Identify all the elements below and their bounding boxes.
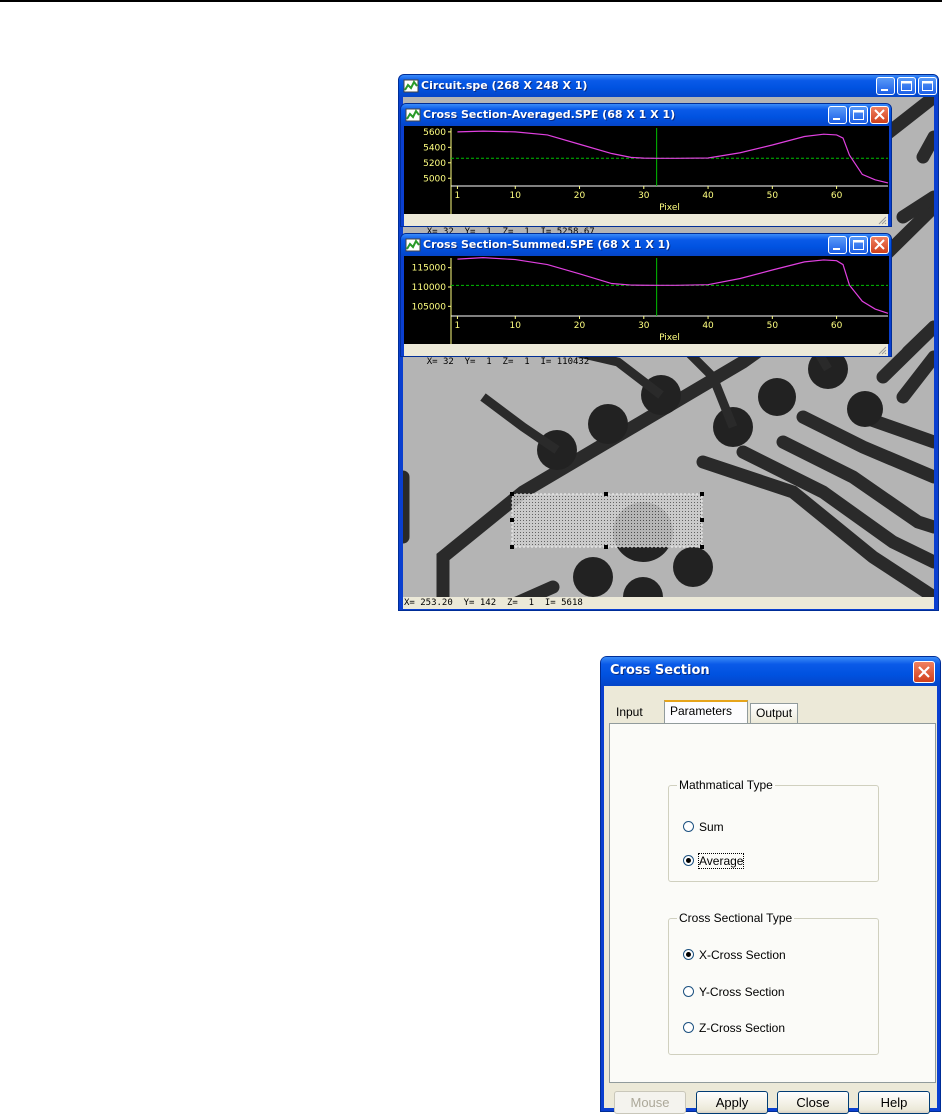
series-line bbox=[457, 130, 889, 184]
minimize-button[interactable] bbox=[828, 106, 847, 124]
y-tick-label: 115000 bbox=[412, 264, 447, 274]
resize-grip-icon[interactable] bbox=[878, 216, 887, 225]
minimize-button[interactable] bbox=[828, 236, 847, 254]
window-title: Cross Section-Averaged.SPE (68 X 1 X 1) bbox=[423, 108, 676, 121]
tab-input[interactable]: Input bbox=[611, 703, 648, 723]
app-chart-icon bbox=[405, 108, 421, 122]
y-tick-label: 105000 bbox=[412, 302, 447, 312]
page-top-rule bbox=[0, 0, 942, 2]
summed-line-chart: 115000 110000 105000 1 10 20 30 40 50 60 Pixel bbox=[412, 257, 889, 344]
maximize-button[interactable] bbox=[897, 77, 916, 95]
maximize-icon bbox=[901, 81, 912, 91]
parameters-panel: Mathmatical Type Sum Average Cross Secti… bbox=[609, 723, 936, 1083]
x-tick-label: 50 bbox=[767, 321, 779, 331]
summed-plot-window[interactable]: Cross Section-Summed.SPE (68 X 1 X 1) 11… bbox=[400, 233, 892, 367]
group-legend: Cross Sectional Type bbox=[677, 911, 795, 925]
radio-button[interactable] bbox=[683, 821, 694, 832]
radio-label[interactable]: Sum bbox=[699, 820, 724, 834]
title-bar[interactable]: Circuit.spe (268 X 248 X 1) bbox=[399, 75, 938, 97]
tab-output[interactable]: Output bbox=[750, 703, 799, 723]
radio-label[interactable]: X-Cross Section bbox=[699, 948, 786, 962]
dialog-title: Cross Section bbox=[610, 663, 710, 678]
y-tick-label: 5600 bbox=[423, 128, 446, 138]
cross-sectional-type-group: Cross Sectional Type X-Cross Section Y-C… bbox=[668, 911, 879, 1055]
x-axis-label: Pixel bbox=[659, 203, 680, 213]
y-tick-label: 5200 bbox=[423, 159, 446, 169]
minimize-button[interactable] bbox=[876, 77, 895, 95]
radio-label[interactable]: Z-Cross Section bbox=[699, 1021, 785, 1035]
dialog-close-button[interactable] bbox=[913, 661, 935, 683]
radio-button[interactable] bbox=[683, 1022, 694, 1033]
mathematical-type-group: Mathmatical Type Sum Average bbox=[668, 778, 879, 882]
mouse-button[interactable]: Mouse bbox=[614, 1091, 686, 1114]
group-legend: Mathmatical Type bbox=[677, 778, 775, 792]
maximize-button[interactable] bbox=[849, 236, 868, 254]
app-chart-icon bbox=[403, 79, 419, 93]
radio-button-selected[interactable] bbox=[683, 855, 694, 866]
x-tick-label: 50 bbox=[767, 191, 779, 201]
maximize-icon bbox=[853, 240, 864, 250]
x-tick-label: 1 bbox=[455, 321, 461, 331]
summed-status-text: X= 32 Y= 1 Z= 1 I= 110432 bbox=[426, 357, 590, 367]
x-tick-label: 40 bbox=[702, 191, 714, 201]
summed-status-bar: X= 32 Y= 1 Z= 1 I= 110432 bbox=[404, 344, 888, 367]
main-status-bar: X= 253.20 Y= 142 Z= 1 I= 5618 bbox=[403, 597, 934, 609]
window-title: Cross Section-Summed.SPE (68 X 1 X 1) bbox=[423, 238, 671, 251]
close-button[interactable] bbox=[870, 236, 889, 254]
minimize-icon bbox=[833, 118, 840, 120]
maximize-icon bbox=[922, 81, 933, 91]
apply-button[interactable]: Apply bbox=[696, 1091, 768, 1114]
maximize-button[interactable] bbox=[849, 106, 868, 124]
maximize-icon bbox=[853, 110, 864, 120]
x-axis-label: Pixel bbox=[659, 333, 680, 343]
minimize-icon bbox=[881, 89, 888, 91]
close-button[interactable] bbox=[870, 106, 889, 124]
close-icon bbox=[874, 109, 885, 120]
summed-plot-area[interactable]: 115000 110000 105000 1 10 20 30 40 50 60 Pixel bbox=[404, 256, 889, 344]
x-tick-label: 30 bbox=[638, 191, 650, 201]
cross-section-dialog[interactable]: Cross Section Input Parameters Output Ma… bbox=[600, 656, 941, 1114]
radio-label[interactable]: Average bbox=[697, 853, 745, 869]
averaged-line-chart: 5600 5400 5200 5000 1 10 20 30 40 50 60 Pixel bbox=[423, 128, 889, 214]
resize-grip-icon[interactable] bbox=[878, 346, 887, 355]
x-tick-label: 60 bbox=[831, 191, 843, 201]
maximize-button-2[interactable] bbox=[918, 77, 937, 95]
dialog-body: Input Parameters Output Mathmatical Type… bbox=[604, 686, 937, 1114]
title-bar[interactable]: Cross Section-Summed.SPE (68 X 1 X 1) bbox=[401, 234, 891, 256]
x-tick-label: 20 bbox=[574, 191, 586, 201]
radio-label[interactable]: Y-Cross Section bbox=[699, 985, 785, 999]
y-tick-label: 5400 bbox=[423, 143, 446, 153]
tab-parameters[interactable]: Parameters bbox=[664, 700, 748, 724]
y-tick-label: 5000 bbox=[423, 174, 446, 184]
help-button[interactable]: Help bbox=[858, 1091, 930, 1114]
averaged-status-bar: X= 32 Y= 1 Z= 1 I= 5258.67 bbox=[404, 214, 888, 237]
x-tick-label: 40 bbox=[702, 321, 714, 331]
x-tick-label: 10 bbox=[510, 191, 522, 201]
x-tick-label: 60 bbox=[831, 321, 843, 331]
y-tick-label: 110000 bbox=[412, 283, 447, 293]
minimize-icon bbox=[833, 248, 840, 250]
close-icon bbox=[918, 666, 930, 678]
close-icon bbox=[874, 239, 885, 250]
x-tick-label: 20 bbox=[574, 321, 586, 331]
close-button[interactable]: Close bbox=[777, 1091, 849, 1114]
app-chart-icon bbox=[405, 238, 421, 252]
roi-selection-rectangle bbox=[511, 493, 703, 548]
dialog-title-bar[interactable]: Cross Section bbox=[601, 657, 940, 686]
averaged-plot-window[interactable]: Cross Section-Averaged.SPE (68 X 1 X 1) … bbox=[400, 103, 892, 237]
averaged-plot-area[interactable]: 5600 5400 5200 5000 1 10 20 30 40 50 60 Pixel bbox=[404, 126, 889, 214]
radio-button-selected[interactable] bbox=[683, 949, 694, 960]
x-tick-label: 1 bbox=[455, 191, 461, 201]
window-title: Circuit.spe (268 X 248 X 1) bbox=[421, 79, 588, 92]
x-tick-label: 10 bbox=[510, 321, 522, 331]
radio-button[interactable] bbox=[683, 986, 694, 997]
title-bar[interactable]: Cross Section-Averaged.SPE (68 X 1 X 1) bbox=[401, 104, 891, 126]
x-tick-label: 30 bbox=[638, 321, 650, 331]
